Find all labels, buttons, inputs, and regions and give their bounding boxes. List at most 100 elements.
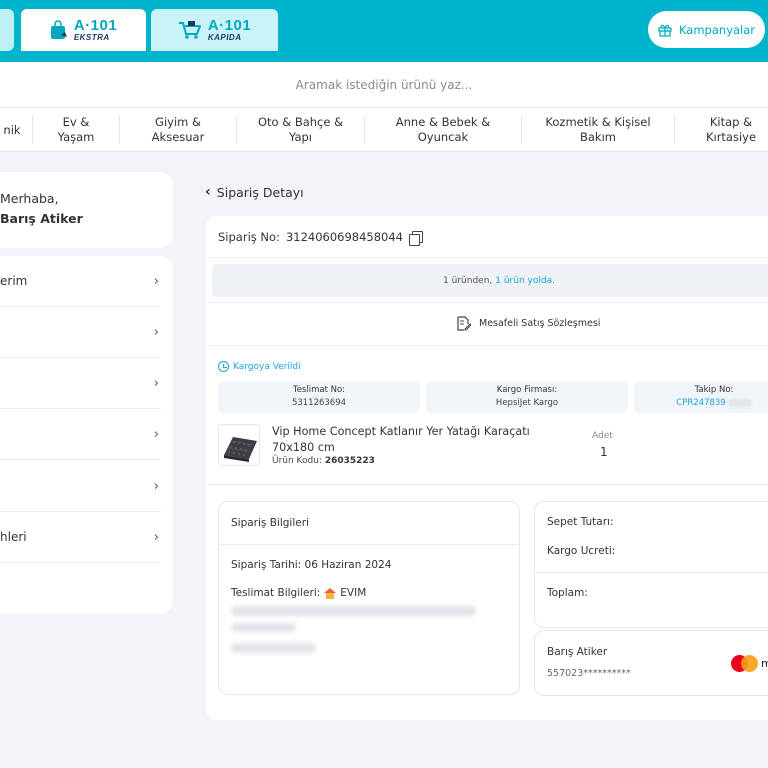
delivery-info-row: Teslimat Bilgileri: EVIM xyxy=(231,587,366,599)
category-kozmetik-bakim[interactable]: Kozmetik & Kişisel Bakım xyxy=(522,108,674,152)
category-nav: nik Ev & Yaşam Giyim & Aksesuar Oto & Ba… xyxy=(0,108,768,152)
quantity-label: Adet xyxy=(592,431,613,441)
campaigns-label: Kampanyalar xyxy=(678,22,756,37)
redacted-phone xyxy=(231,643,316,653)
ekstra-logo-sub: EKSTRA xyxy=(73,33,110,42)
tab-a101-ekstra[interactable]: A·101 EKSTRA xyxy=(21,9,146,51)
chevron-right-icon: › xyxy=(153,324,159,340)
product-title[interactable]: Vip Home Concept Katlanır Yer Yatağı Kar… xyxy=(272,424,542,455)
account-menu-item-6[interactable]: hleri › xyxy=(0,512,161,563)
payment-panel: Barış Atiker 557023********** m xyxy=(534,630,768,696)
mastercard-icon xyxy=(731,655,761,673)
product-code-label: Ürün Kodu: xyxy=(272,456,322,466)
delivery-number-box: Teslimat No: 5311263694 xyxy=(218,381,420,413)
gift-icon xyxy=(658,24,672,37)
order-date-label: Sipariş Tarihi: xyxy=(231,559,302,571)
card-holder-name: Barış Atiker xyxy=(547,646,608,658)
top-header: A·101 EKSTRA A·101 KAPIDA Kampanyalar xyxy=(0,0,768,62)
copy-icon[interactable] xyxy=(409,230,424,246)
chevron-left-icon: ‹ xyxy=(205,184,211,200)
kapida-logo-main: A·101 xyxy=(207,17,252,34)
chevron-right-icon: › xyxy=(153,426,159,442)
sales-contract-link[interactable]: Mesafeli Satış Sözleşmesi xyxy=(456,316,600,331)
divider xyxy=(206,302,768,303)
search-bar xyxy=(0,62,768,108)
product-code-row: Ürün Kodu: 26035223 xyxy=(272,456,375,466)
tracking-number-label: Takip No: xyxy=(694,385,734,395)
order-summary-panel: Sepet Tutarı: Kargo Ucreti: Toplam: xyxy=(534,501,768,628)
redacted-text xyxy=(727,398,752,407)
card-brand-text: m xyxy=(761,657,768,670)
category-anne-bebek-oyuncak[interactable]: Anne & Bebek & Oyuncak xyxy=(365,108,521,152)
account-menu-item-3[interactable]: › xyxy=(0,358,161,409)
account-menu: erim › › › › › hleri › xyxy=(0,256,173,614)
ekstra-logo-main: A·101 xyxy=(73,17,118,34)
menu-item-label: erim xyxy=(0,274,28,288)
sales-contract-label: Mesafeli Satış Sözleşmesi xyxy=(479,318,601,329)
quantity-value: 1 xyxy=(600,445,608,459)
grand-total-label: Toplam: xyxy=(547,587,588,599)
order-status-strip: 1 üründen, 1 ürün yolda. xyxy=(212,264,768,297)
order-number-row: Sipariş No: 3124060698458044 xyxy=(218,230,424,246)
cargo-status-label: Kargoya Verildi xyxy=(233,361,301,372)
chevron-right-icon: › xyxy=(153,478,159,494)
chevron-right-icon: › xyxy=(153,273,159,289)
redacted-address xyxy=(231,606,476,616)
order-info-title: Sipariş Bilgileri xyxy=(219,502,519,545)
document-edit-icon xyxy=(457,316,471,331)
shopping-bag-icon xyxy=(50,20,67,39)
order-detail-card: Sipariş No: 3124060698458044 1 üründen, … xyxy=(206,216,768,720)
order-date-row: Sipariş Tarihi: 06 Haziran 2024 xyxy=(231,559,391,571)
product-code: 26035223 xyxy=(324,456,375,466)
delivery-info-label: Teslimat Bilgileri: xyxy=(231,587,321,599)
category-elektronik[interactable]: nik xyxy=(0,108,32,152)
order-number-label: Sipariş No: xyxy=(218,230,280,244)
account-menu-item-4[interactable]: › xyxy=(0,409,161,460)
page-title: Sipariş Detayı xyxy=(216,184,304,200)
category-kitap-kirtasiye[interactable]: Kitap & Kırtasiye xyxy=(675,108,768,152)
home-icon xyxy=(324,587,337,599)
tab-a101-kapida[interactable]: A·101 KAPIDA xyxy=(151,9,278,51)
greeting-card: Merhaba, Barış Atiker xyxy=(0,172,173,248)
delivery-number-label: Teslimat No: xyxy=(292,385,346,395)
tracking-number-value[interactable]: CPR247839 xyxy=(676,398,725,408)
divider xyxy=(535,572,768,573)
greeting-text: Merhaba, xyxy=(0,191,59,206)
order-info-panel: Sipariş Bilgileri Sipariş Tarihi: 06 Haz… xyxy=(218,501,520,695)
store-tab-partial[interactable] xyxy=(0,9,14,51)
category-oto-bahce-yapi[interactable]: Oto & Bahçe & Yapı xyxy=(237,108,364,152)
status-text: 1 üründen, xyxy=(443,275,493,286)
order-date: 06 Haziran 2024 xyxy=(304,559,392,571)
divider xyxy=(206,345,768,346)
clock-icon xyxy=(218,361,229,372)
campaigns-button[interactable]: Kampanyalar xyxy=(648,11,765,48)
divider xyxy=(206,257,768,258)
search-input[interactable] xyxy=(0,62,768,108)
chevron-right-icon: › xyxy=(153,375,159,391)
cargo-company-value: HepsiJet Kargo xyxy=(495,398,559,408)
masked-card-number: 557023********** xyxy=(547,668,631,679)
redacted-address xyxy=(231,623,296,632)
cart-icon xyxy=(178,21,201,39)
user-name: Barış Atiker xyxy=(0,211,83,226)
order-number: 3124060698458044 xyxy=(285,230,404,244)
category-ev-yasam[interactable]: Ev & Yaşam xyxy=(33,108,119,152)
delivery-number-value: 5311263694 xyxy=(291,398,347,408)
product-image[interactable] xyxy=(218,424,260,466)
divider xyxy=(206,484,768,485)
cargo-status: Kargoya Verildi xyxy=(218,361,301,372)
account-menu-item-1[interactable]: erim › xyxy=(0,256,161,307)
tracking-number-box: Takip No: CPR247839 xyxy=(634,381,768,413)
cargo-company-box: Kargo Firması: HepsiJet Kargo xyxy=(426,381,628,413)
basket-total-label: Sepet Tutarı: xyxy=(547,516,614,528)
back-link[interactable]: ‹ Sipariş Detayı xyxy=(205,184,304,200)
category-giyim-aksesuar[interactable]: Giyim & Aksesuar xyxy=(120,108,236,152)
cargo-fee-label: Kargo Ucreti: xyxy=(547,545,616,557)
account-menu-item-5[interactable]: › xyxy=(0,461,161,512)
status-link[interactable]: 1 ürün yolda. xyxy=(495,276,555,286)
account-menu-item-2[interactable]: › xyxy=(0,307,161,358)
menu-item-label: hleri xyxy=(0,530,27,544)
cargo-company-label: Kargo Firması: xyxy=(496,385,558,395)
chevron-right-icon: › xyxy=(153,529,159,545)
kapida-logo-sub: KAPIDA xyxy=(207,33,242,42)
